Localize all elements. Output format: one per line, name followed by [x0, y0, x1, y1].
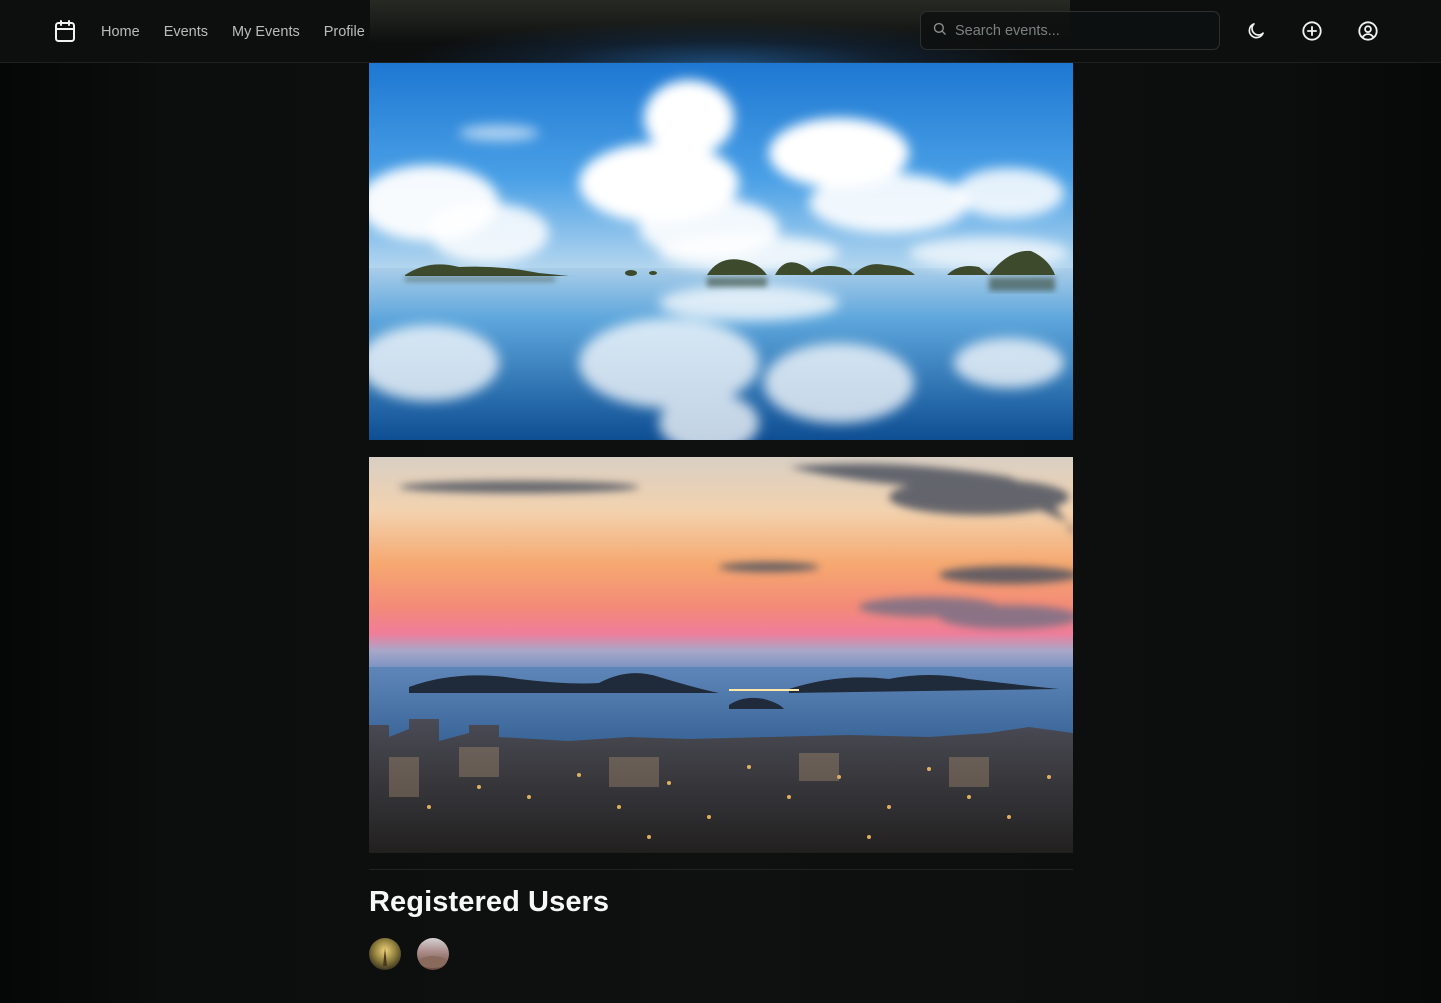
nav-my-events[interactable]: My Events: [232, 24, 300, 40]
nav-events[interactable]: Events: [164, 24, 208, 40]
avatar[interactable]: [417, 938, 449, 970]
nav-home[interactable]: Home: [101, 24, 140, 40]
registered-users-list: [369, 938, 449, 970]
page: Home Events My Events Profile Search eve…: [0, 0, 1441, 1003]
plus-circle-icon[interactable]: [1300, 19, 1324, 43]
registered-users-title: Registered Users: [369, 886, 610, 918]
main-nav: Home Events My Events Profile: [101, 0, 365, 63]
search-box: [920, 11, 1220, 50]
event-photo-islands: [369, 63, 1073, 440]
search-icon: [932, 21, 947, 41]
section-divider: [369, 869, 1073, 870]
calendar-icon[interactable]: [53, 19, 77, 43]
user-circle-icon[interactable]: [1356, 19, 1380, 43]
nav-profile[interactable]: Profile: [324, 24, 365, 40]
top-navbar: Home Events My Events Profile: [0, 0, 1441, 63]
moon-icon[interactable]: [1244, 19, 1268, 43]
avatar[interactable]: [369, 938, 401, 970]
event-photo-city-sunset: [369, 457, 1073, 853]
search-input[interactable]: [955, 22, 1205, 39]
